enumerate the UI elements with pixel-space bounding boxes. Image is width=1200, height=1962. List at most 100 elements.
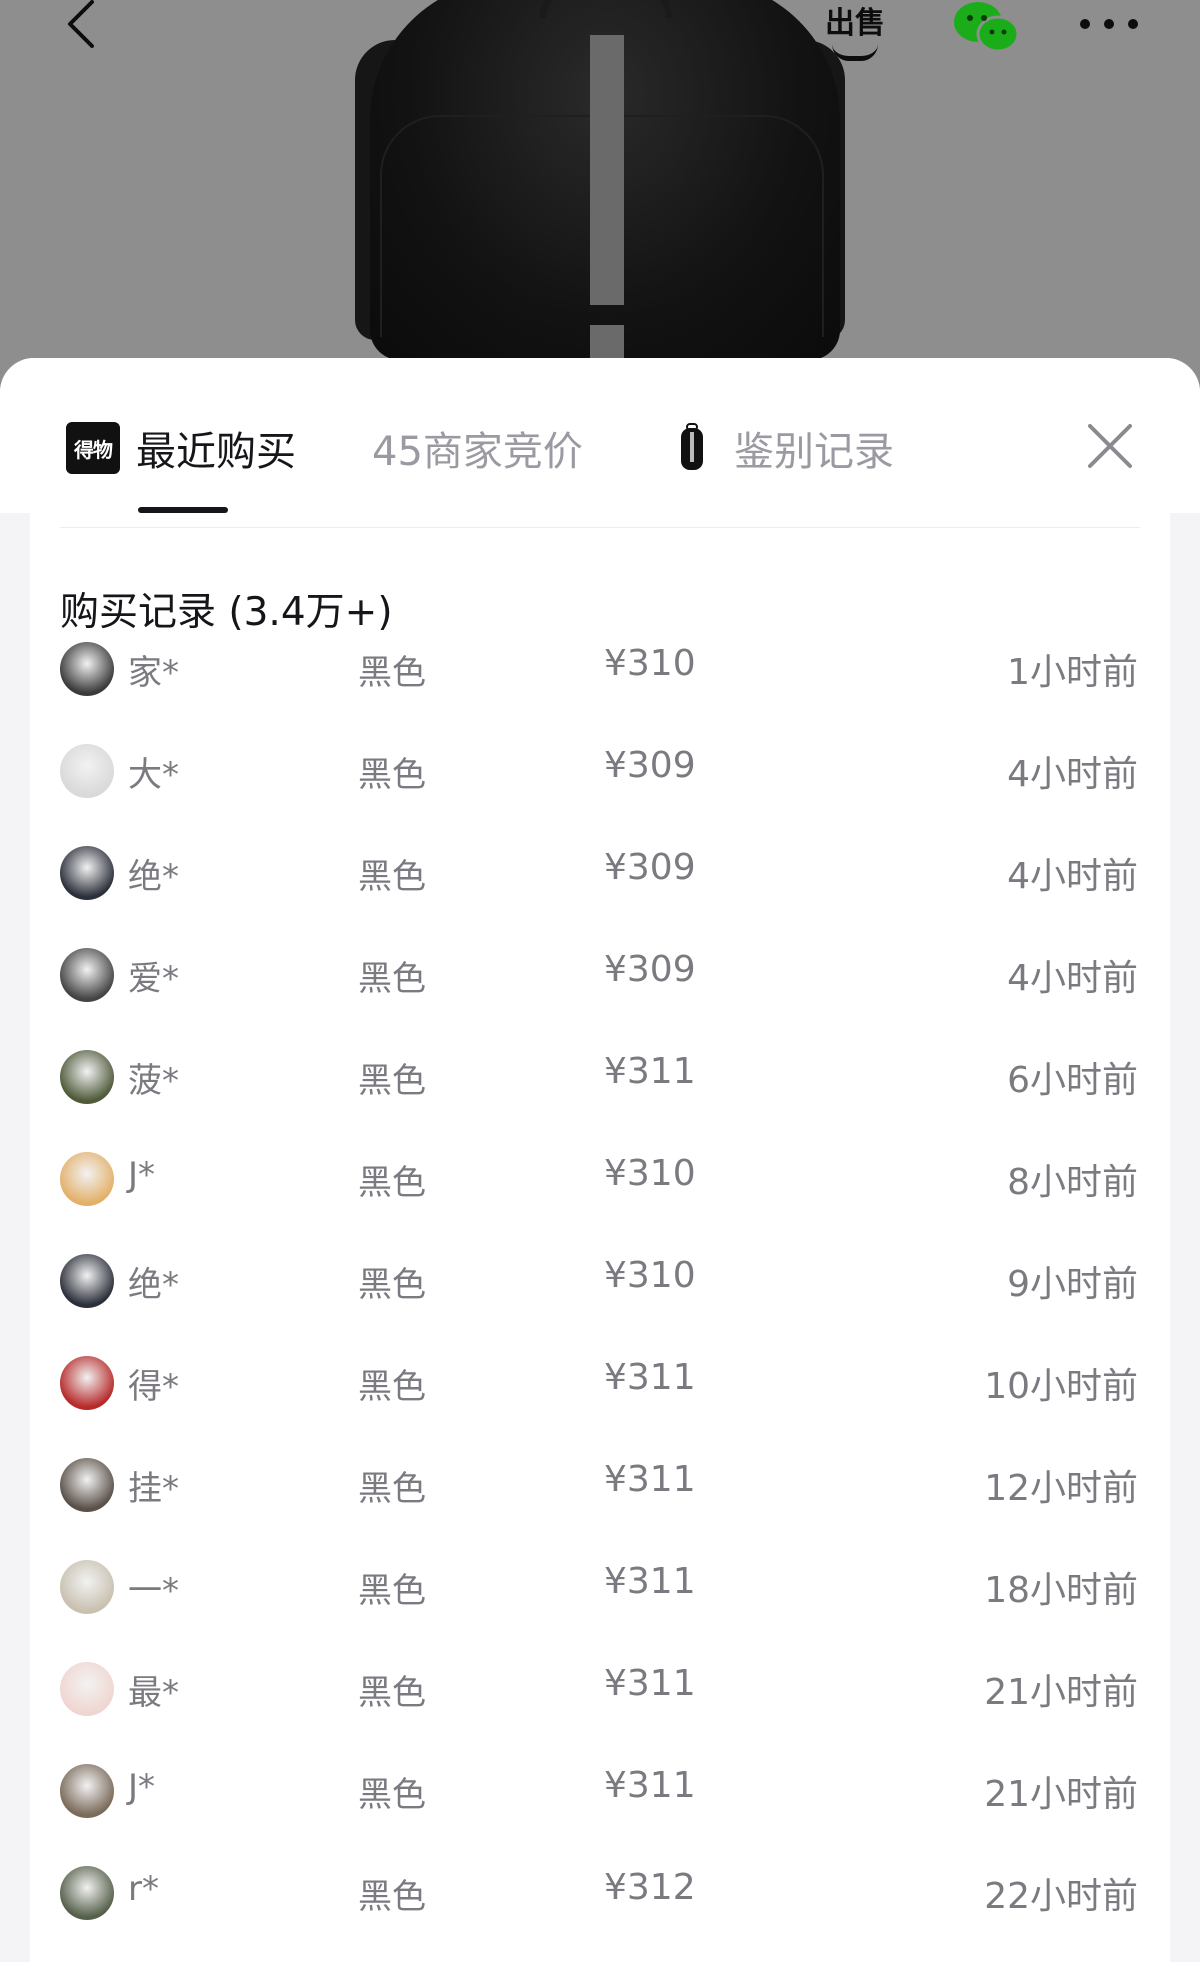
backpack-stripe xyxy=(590,35,624,305)
time-value: 22小时前 xyxy=(984,1876,1138,1917)
color-value: 黑色 xyxy=(358,1469,426,1509)
price-value: ¥310 xyxy=(604,1255,696,1296)
tab-merchant-bids[interactable]: 45商家竞价 xyxy=(372,418,583,478)
avatar xyxy=(60,846,114,900)
list-item: r* 黑色 ¥312 22小时前 xyxy=(30,1841,1170,1943)
tab-recent-purchases[interactable]: 得物 最近购买 xyxy=(66,418,296,478)
list-item: 一* 黑色 ¥311 18小时前 xyxy=(30,1535,1170,1637)
tab-bar: 得物 最近购买 45商家竞价 鉴别记录 xyxy=(0,358,1200,513)
divider xyxy=(60,527,1140,528)
time-value: 12小时前 xyxy=(984,1468,1138,1509)
color-value: 黑色 xyxy=(358,857,426,897)
back-button[interactable] xyxy=(62,0,102,50)
time-value: 4小时前 xyxy=(1007,754,1138,795)
color-value: 黑色 xyxy=(358,755,426,795)
time-value: 21小时前 xyxy=(984,1774,1138,1815)
user-name: 菠* xyxy=(128,1061,179,1101)
color-value: 黑色 xyxy=(358,959,426,999)
list-item: 得* 黑色 ¥311 10小时前 xyxy=(30,1331,1170,1433)
user-name: 得* xyxy=(128,1367,179,1407)
purchase-history-sheet: 得物 最近购买 45商家竞价 鉴别记录 购买记录 (3.4万+) 家* 黑色 ¥31… xyxy=(0,358,1200,1962)
list-item: J* 黑色 ¥311 21小时前 xyxy=(30,1739,1170,1841)
price-value: ¥311 xyxy=(604,1357,696,1398)
user-name: 最* xyxy=(128,1673,179,1713)
sell-label: 出售 xyxy=(825,6,885,41)
close-icon xyxy=(1088,424,1132,468)
avatar xyxy=(60,948,114,1002)
more-dot-icon xyxy=(1104,19,1114,29)
wechat-icon xyxy=(954,2,1020,53)
time-value: 10小时前 xyxy=(984,1366,1138,1407)
user-name: J* xyxy=(128,1155,156,1195)
color-value: 黑色 xyxy=(358,1877,426,1917)
avatar xyxy=(60,744,114,798)
price-value: ¥309 xyxy=(604,949,696,990)
time-value: 4小时前 xyxy=(1007,856,1138,897)
time-value: 18小时前 xyxy=(984,1570,1138,1611)
user-name: 挂* xyxy=(128,1469,179,1509)
avatar xyxy=(60,1356,114,1410)
purchase-records-card: 购买记录 (3.4万+) 家* 黑色 ¥310 1小时前 大* 黑色 ¥309 4小时前 绝* 黑… xyxy=(30,513,1170,1962)
price-value: ¥310 xyxy=(604,643,696,684)
avatar xyxy=(60,1662,114,1716)
color-value: 黑色 xyxy=(358,1367,426,1407)
product-image: 出售 xyxy=(0,0,1200,380)
color-value: 黑色 xyxy=(358,1775,426,1815)
dewu-logo-icon: 得物 xyxy=(66,422,120,474)
more-dot-icon xyxy=(1080,19,1090,29)
price-value: ¥311 xyxy=(604,1765,696,1806)
list-item: 绝* 黑色 ¥310 9小时前 xyxy=(30,1229,1170,1331)
time-value: 1小时前 xyxy=(1007,652,1138,693)
price-value: ¥309 xyxy=(604,847,696,888)
tab-label: 45商家竞价 xyxy=(372,429,583,475)
backpack-handle xyxy=(540,0,672,18)
time-value: 6小时前 xyxy=(1007,1060,1138,1101)
avatar xyxy=(60,1152,114,1206)
user-name: 大* xyxy=(128,755,179,795)
tab-label: 最近购买 xyxy=(136,429,296,475)
tab-authentication-records[interactable]: 鉴别记录 xyxy=(672,418,894,478)
wechat-share-button[interactable] xyxy=(950,0,1022,54)
user-name: 绝* xyxy=(128,857,179,897)
price-value: ¥309 xyxy=(604,745,696,786)
color-value: 黑色 xyxy=(358,1673,426,1713)
user-name: J* xyxy=(128,1767,156,1807)
avatar xyxy=(60,1764,114,1818)
list-item: 最* 黑色 ¥311 21小时前 xyxy=(30,1637,1170,1739)
avatar xyxy=(60,1866,114,1920)
time-value: 8小时前 xyxy=(1007,1162,1138,1203)
price-value: ¥311 xyxy=(604,1051,696,1092)
user-name: r* xyxy=(128,1869,159,1909)
price-value: ¥311 xyxy=(604,1663,696,1704)
avatar xyxy=(60,1458,114,1512)
price-value: ¥311 xyxy=(604,1561,696,1602)
time-value: 9小时前 xyxy=(1007,1264,1138,1305)
user-name: 爱* xyxy=(128,959,179,999)
color-value: 黑色 xyxy=(358,1265,426,1305)
user-name: 绝* xyxy=(128,1265,179,1305)
tab-label: 鉴别记录 xyxy=(734,429,894,475)
more-options-button[interactable] xyxy=(1080,14,1152,34)
dewu-logo-text: 得物 xyxy=(74,437,113,462)
list-item: 挂* 黑色 ¥311 12小时前 xyxy=(30,1433,1170,1535)
color-value: 黑色 xyxy=(358,653,426,693)
list-item: 菠* 黑色 ¥311 6小时前 xyxy=(30,1025,1170,1127)
sell-smile-icon xyxy=(832,44,878,61)
color-value: 黑色 xyxy=(358,1061,426,1101)
user-name: 一* xyxy=(128,1571,179,1611)
price-value: ¥311 xyxy=(604,1459,696,1500)
purchase-records-list: 家* 黑色 ¥310 1小时前 大* 黑色 ¥309 4小时前 绝* 黑色 ¥309 4小时前 爱* 黑色… xyxy=(30,617,1170,1943)
price-value: ¥310 xyxy=(604,1153,696,1194)
color-value: 黑色 xyxy=(358,1163,426,1203)
color-value: 黑色 xyxy=(358,1571,426,1611)
close-button[interactable] xyxy=(1084,420,1136,472)
avatar xyxy=(60,1254,114,1308)
sell-button[interactable]: 出售 xyxy=(822,0,888,61)
avatar xyxy=(60,1050,114,1104)
price-value: ¥312 xyxy=(604,1867,696,1908)
avatar xyxy=(60,1560,114,1614)
more-dot-icon xyxy=(1128,19,1138,29)
time-value: 21小时前 xyxy=(984,1672,1138,1713)
time-value: 4小时前 xyxy=(1007,958,1138,999)
list-item: 大* 黑色 ¥309 4小时前 xyxy=(30,719,1170,821)
